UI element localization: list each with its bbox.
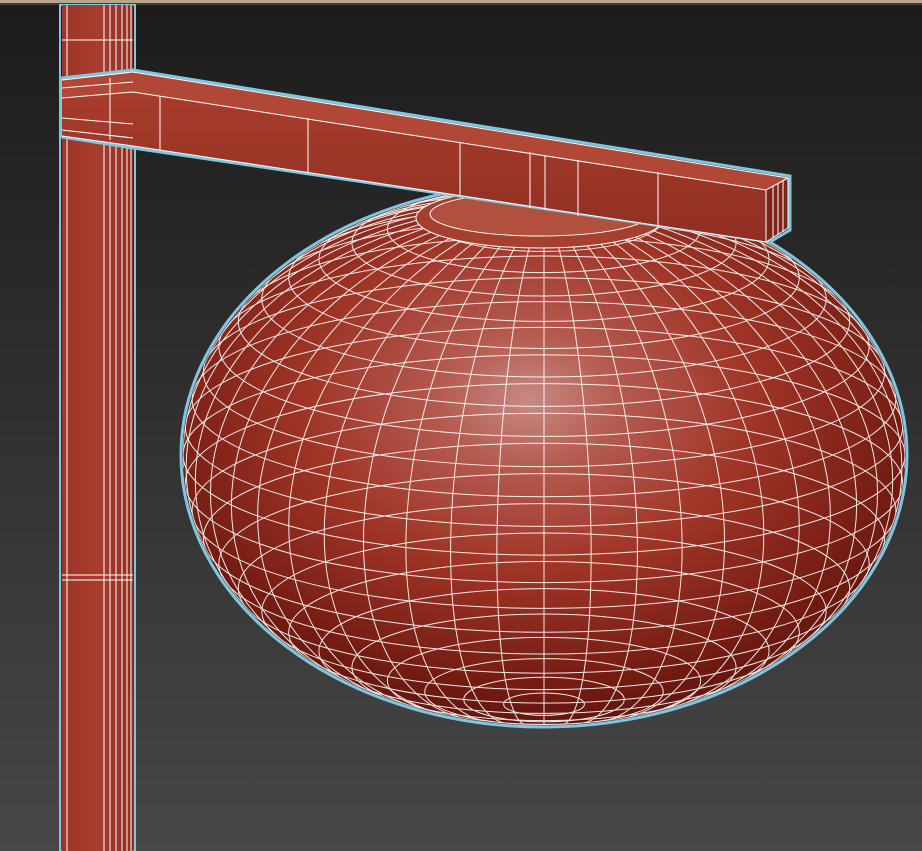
3d-viewport[interactable] <box>0 0 922 851</box>
viewport-scene[interactable] <box>0 0 922 851</box>
lamp-globe[interactable] <box>179 181 909 729</box>
